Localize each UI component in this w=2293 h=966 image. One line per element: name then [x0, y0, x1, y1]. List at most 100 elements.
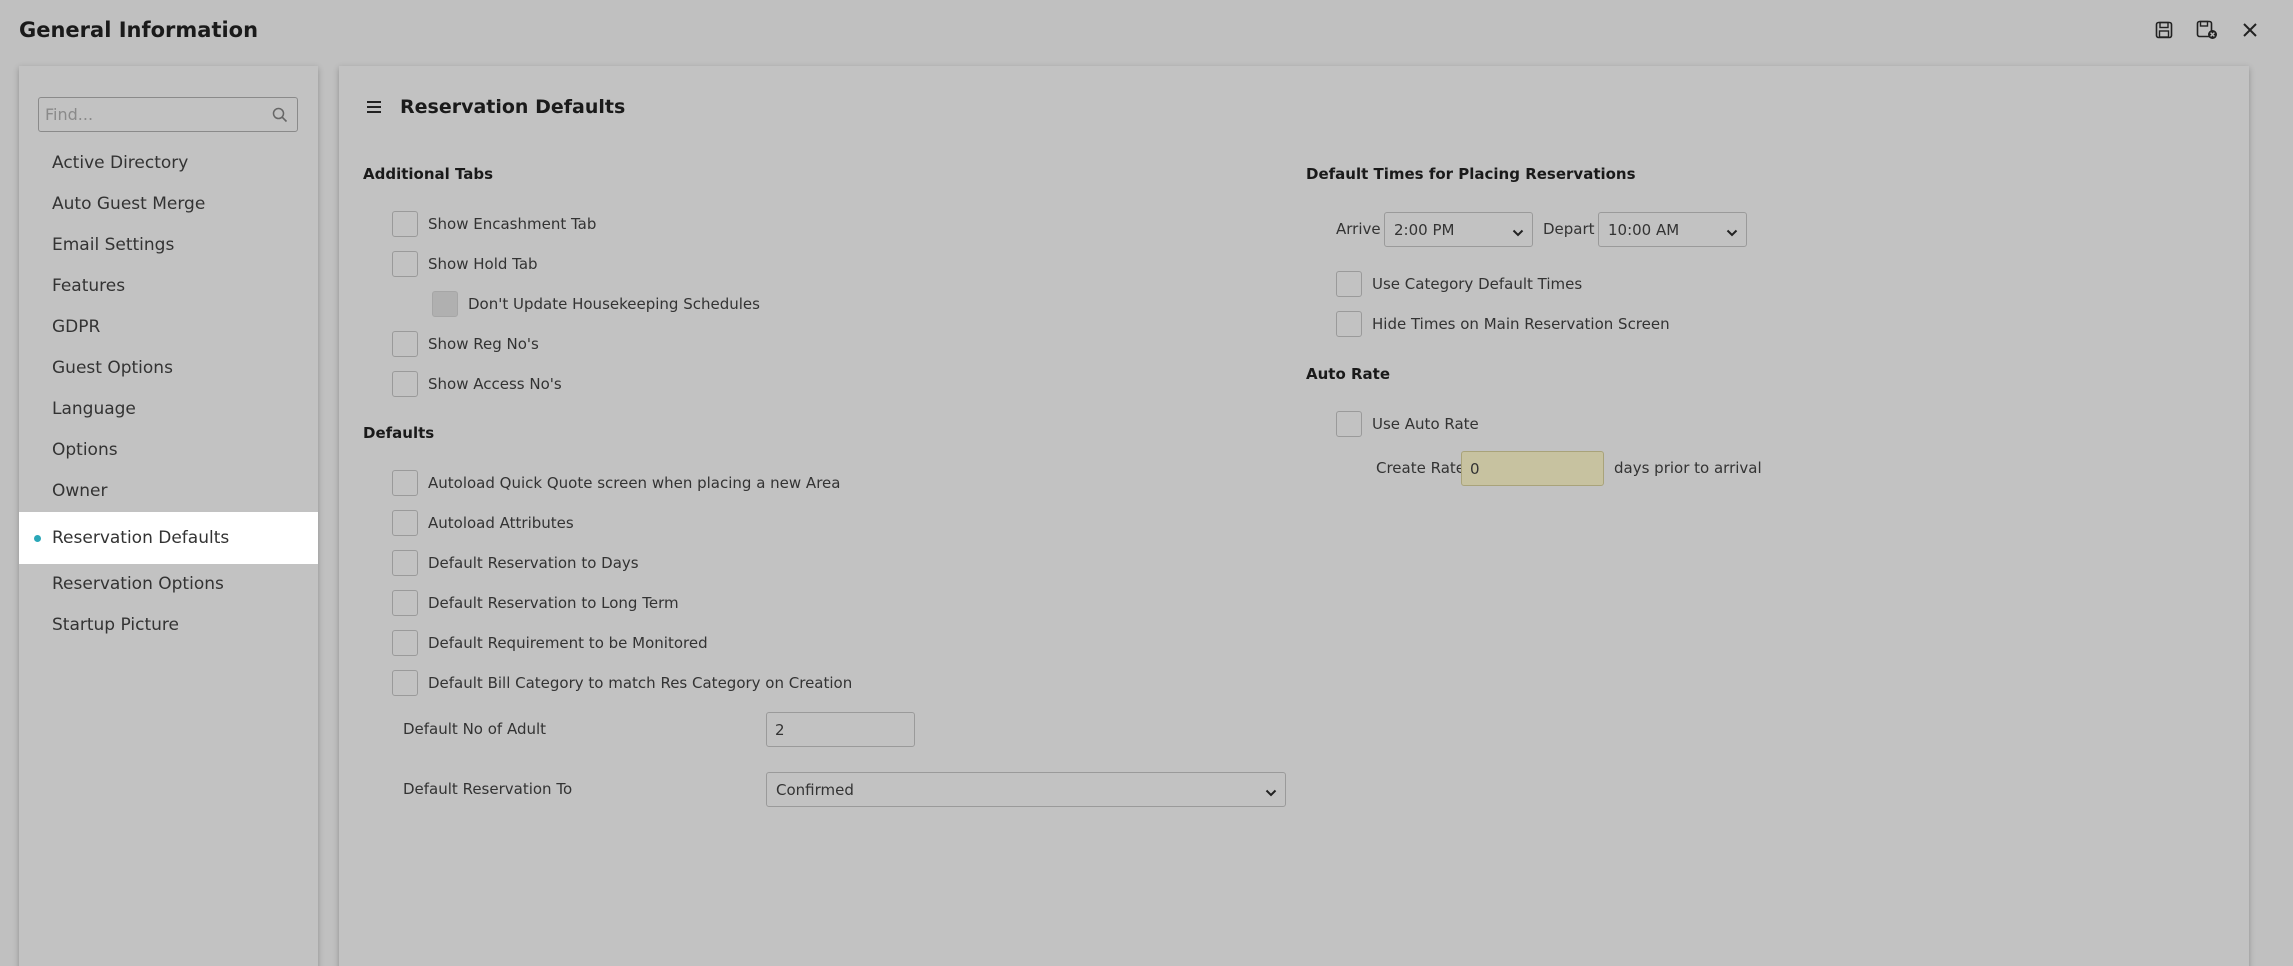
main-header: Reservation Defaults: [364, 96, 625, 118]
sidebar-item-guest-options[interactable]: Guest Options: [19, 348, 318, 389]
arrive-time-value: 2:00 PM: [1394, 221, 1455, 239]
search-icon[interactable]: [272, 107, 288, 127]
autoload-quick-quote-label: Autoload Quick Quote screen when placing…: [428, 474, 841, 492]
default-reservation-to-value: Confirmed: [776, 781, 854, 799]
autoload-attributes-row: Autoload Attributes: [392, 510, 574, 536]
defaults-heading: Defaults: [363, 424, 435, 442]
sidebar-item-reservation-options[interactable]: Reservation Options: [19, 564, 318, 605]
days-prior-label: days prior to arrival: [1614, 459, 1762, 477]
show-reg-nos-label: Show Reg No's: [428, 335, 539, 353]
default-res-long-term-label: Default Reservation to Long Term: [428, 594, 679, 612]
show-hold-tab-label: Show Hold Tab: [428, 255, 538, 273]
sidebar: Active Directory Auto Guest Merge Email …: [19, 66, 318, 966]
window-actions: [2153, 19, 2261, 41]
sidebar-item-label: Email Settings: [52, 235, 175, 255]
autoload-attributes-label: Autoload Attributes: [428, 514, 574, 532]
autoload-quick-quote-row: Autoload Quick Quote screen when placing…: [392, 470, 840, 496]
sidebar-item-owner[interactable]: Owner: [19, 471, 318, 512]
sidebar-item-options[interactable]: Options: [19, 430, 318, 471]
sidebar-item-language[interactable]: Language: [19, 389, 318, 430]
close-icon[interactable]: [2239, 19, 2261, 41]
sidebar-item-label: Auto Guest Merge: [52, 194, 206, 214]
show-hold-tab-row: Show Hold Tab: [392, 251, 538, 277]
sidebar-item-label: Startup Picture: [52, 615, 179, 635]
sidebar-item-label: Reservation Defaults: [52, 528, 230, 548]
additional-tabs-heading: Additional Tabs: [363, 165, 494, 183]
use-category-default-times-row: Use Category Default Times: [1336, 271, 1582, 297]
show-reg-nos-checkbox[interactable]: [392, 331, 418, 357]
sidebar-item-label: Features: [52, 276, 126, 296]
search-input[interactable]: [39, 98, 264, 131]
arrive-time-select[interactable]: 2:00 PM: [1384, 212, 1533, 247]
hamburger-menu-icon[interactable]: [364, 97, 384, 117]
title-bar: General Information: [0, 0, 2293, 62]
show-encashment-tab-row: Show Encashment Tab: [392, 211, 596, 237]
default-no-adult-label: Default No of Adult: [403, 720, 547, 738]
default-reservation-to-select[interactable]: Confirmed: [766, 772, 1286, 807]
dont-update-housekeeping-row: Don't Update Housekeeping Schedules: [432, 291, 760, 317]
hide-times-main-checkbox[interactable]: [1336, 311, 1362, 337]
default-res-days-checkbox[interactable]: [392, 550, 418, 576]
use-auto-rate-row: Use Auto Rate: [1336, 411, 1479, 437]
sidebar-nav: Active Directory Auto Guest Merge Email …: [19, 143, 318, 646]
sidebar-item-label: Options: [52, 440, 118, 460]
sidebar-item-gdpr[interactable]: GDPR: [19, 307, 318, 348]
use-category-default-times-checkbox[interactable]: [1336, 271, 1362, 297]
sidebar-item-label: Reservation Options: [52, 574, 224, 594]
show-access-nos-row: Show Access No's: [392, 371, 562, 397]
default-bill-category-label: Default Bill Category to match Res Categ…: [428, 674, 853, 692]
sidebar-item-auto-guest-merge[interactable]: Auto Guest Merge: [19, 184, 318, 225]
use-auto-rate-label: Use Auto Rate: [1372, 415, 1479, 433]
show-access-nos-label: Show Access No's: [428, 375, 562, 393]
main-panel: Reservation Defaults Additional Tabs Sho…: [339, 66, 2249, 966]
dont-update-housekeeping-label: Don't Update Housekeeping Schedules: [468, 295, 760, 313]
save-icon[interactable]: [2153, 19, 2175, 41]
show-hold-tab-checkbox[interactable]: [392, 251, 418, 277]
arrive-label: Arrive: [1336, 220, 1381, 238]
save-close-icon[interactable]: [2196, 19, 2218, 41]
default-no-adult-input[interactable]: [766, 712, 915, 747]
default-bill-category-row: Default Bill Category to match Res Categ…: [392, 670, 852, 696]
default-res-long-term-checkbox[interactable]: [392, 590, 418, 616]
dont-update-housekeeping-checkbox[interactable]: [432, 291, 458, 317]
window-title: General Information: [19, 18, 259, 42]
show-encashment-tab-checkbox[interactable]: [392, 211, 418, 237]
chevron-down-icon: [1726, 224, 1738, 242]
default-reservation-to-label: Default Reservation To: [403, 780, 573, 798]
show-reg-nos-row: Show Reg No's: [392, 331, 539, 357]
sidebar-item-startup-picture[interactable]: Startup Picture: [19, 605, 318, 646]
search-box: [38, 97, 298, 132]
chevron-down-icon: [1265, 784, 1277, 802]
auto-rate-heading: Auto Rate: [1306, 365, 1391, 383]
autoload-attributes-checkbox[interactable]: [392, 510, 418, 536]
sidebar-item-label: GDPR: [52, 317, 101, 337]
default-times-heading: Default Times for Placing Reservations: [1306, 165, 1636, 183]
autoload-quick-quote-checkbox[interactable]: [392, 470, 418, 496]
default-req-monitored-label: Default Requirement to be Monitored: [428, 634, 708, 652]
sidebar-item-label: Language: [52, 399, 136, 419]
sidebar-item-reservation-defaults[interactable]: Reservation Defaults: [19, 512, 318, 564]
sidebar-item-label: Active Directory: [52, 153, 189, 173]
default-req-monitored-checkbox[interactable]: [392, 630, 418, 656]
chevron-down-icon: [1512, 224, 1524, 242]
create-rate-label: Create Rate: [1376, 459, 1466, 477]
default-res-long-term-row: Default Reservation to Long Term: [392, 590, 679, 616]
show-access-nos-checkbox[interactable]: [392, 371, 418, 397]
default-bill-category-checkbox[interactable]: [392, 670, 418, 696]
sidebar-item-active-directory[interactable]: Active Directory: [19, 143, 318, 184]
default-res-days-label: Default Reservation to Days: [428, 554, 639, 572]
create-rate-input[interactable]: [1461, 451, 1604, 486]
depart-time-select[interactable]: 10:00 AM: [1598, 212, 1747, 247]
use-category-default-times-label: Use Category Default Times: [1372, 275, 1583, 293]
sidebar-item-label: Guest Options: [52, 358, 173, 378]
use-auto-rate-checkbox[interactable]: [1336, 411, 1362, 437]
depart-label: Depart: [1543, 220, 1595, 238]
sidebar-item-features[interactable]: Features: [19, 266, 318, 307]
sidebar-item-label: Owner: [52, 481, 108, 501]
depart-time-value: 10:00 AM: [1608, 221, 1680, 239]
show-encashment-tab-label: Show Encashment Tab: [428, 215, 597, 233]
page-title: Reservation Defaults: [400, 96, 626, 118]
hide-times-main-label: Hide Times on Main Reservation Screen: [1372, 315, 1670, 333]
sidebar-item-email-settings[interactable]: Email Settings: [19, 225, 318, 266]
hide-times-main-row: Hide Times on Main Reservation Screen: [1336, 311, 1670, 337]
